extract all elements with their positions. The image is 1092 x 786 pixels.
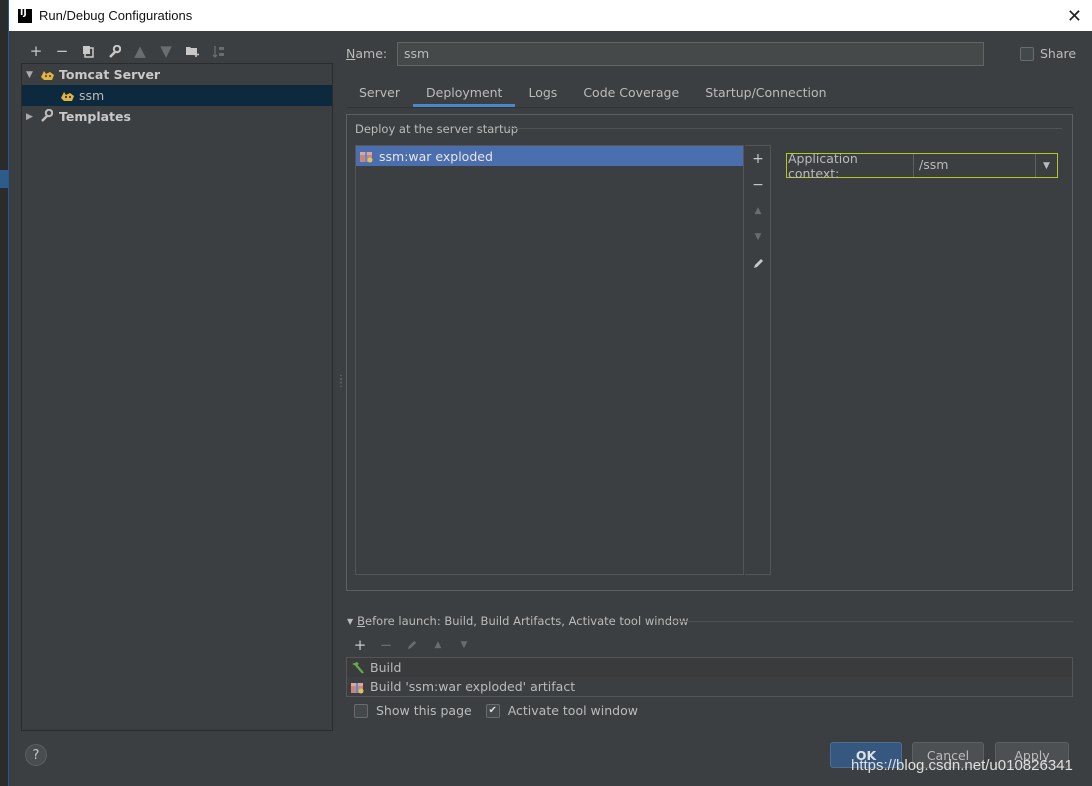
sort-icon[interactable]: [205, 42, 231, 60]
copy-icon[interactable]: [75, 42, 101, 60]
tree-item-templates[interactable]: ▶ Templates: [22, 106, 332, 127]
share-option[interactable]: Share: [1020, 46, 1076, 61]
collapse-arrow-icon: ▼: [347, 616, 354, 626]
before-launch-title: Before launch: Build, Build Artifacts, A…: [357, 614, 688, 628]
before-launch-list: Build Build 'ssm:war exploded' artifact: [346, 657, 1073, 697]
artifact-icon: [359, 149, 373, 163]
tomcat-icon: [40, 68, 56, 82]
move-up-icon[interactable]: ▲: [745, 198, 771, 224]
tree-item-ssm[interactable]: ssm: [22, 85, 332, 106]
list-item[interactable]: Build: [347, 658, 1072, 677]
background-edge: [0, 0, 8, 786]
watermark-text: https://blog.csdn.net/u010826341: [851, 757, 1073, 774]
artifact-list: ssm:war exploded: [355, 145, 744, 575]
tree-item-label: Templates: [59, 109, 131, 124]
artifact-list-toolbar: + − ▲ ▼: [745, 145, 771, 575]
before-launch-toolbar: + − ▲ ▼: [347, 636, 477, 654]
edit-pencil-icon[interactable]: [399, 636, 425, 654]
config-tree: ▼ Tomcat Server ssm ▶ Templates: [21, 63, 333, 731]
deploy-section-title: Deploy at the server startup: [355, 122, 519, 136]
name-label: Name:: [346, 46, 387, 61]
add-icon[interactable]: +: [23, 42, 49, 60]
add-icon[interactable]: +: [347, 636, 373, 654]
tree-item-label: Tomcat Server: [59, 67, 161, 82]
tab-bar: Server Deployment Logs Code Coverage Sta…: [346, 80, 1073, 108]
before-launch-title-rest: efore launch: Build, Build Artifacts, Ac…: [365, 614, 689, 628]
wrench-icon: [40, 108, 56, 125]
move-down-icon[interactable]: ▼: [745, 224, 771, 250]
list-item[interactable]: Build 'ssm:war exploded' artifact: [347, 677, 1072, 696]
help-button[interactable]: ?: [25, 744, 47, 766]
chevron-down-icon[interactable]: ▼: [1035, 154, 1057, 177]
before-launch-toggle[interactable]: ▼ Before launch: Build, Build Artifacts,…: [347, 614, 688, 628]
artifact-icon: [350, 680, 364, 694]
activate-tool-window-label: Activate tool window: [507, 703, 638, 718]
artifact-row[interactable]: ssm:war exploded: [356, 146, 743, 166]
before-launch-mnemonic: B: [357, 614, 366, 628]
move-down-icon[interactable]: ▼: [451, 636, 477, 654]
application-context-label: Application context:: [788, 150, 858, 181]
before-launch-item-label: Build 'ssm:war exploded' artifact: [370, 679, 576, 694]
move-down-icon[interactable]: ▼: [153, 42, 179, 60]
window-title: Run/Debug Configurations: [39, 8, 193, 23]
background-edge-mark: [0, 170, 8, 188]
move-up-icon[interactable]: ▲: [127, 42, 153, 60]
tomcat-icon: [60, 89, 76, 103]
activate-tool-window-checkbox[interactable]: ✔: [485, 703, 500, 718]
show-page-checkbox[interactable]: [354, 703, 368, 718]
before-launch-item-label: Build: [370, 660, 402, 675]
collapsed-arrow-icon[interactable]: ▶: [26, 112, 38, 122]
remove-artifact-icon[interactable]: −: [745, 172, 771, 198]
intellij-app-icon: IJ: [18, 8, 32, 23]
tab-startup-connection[interactable]: Startup/Connection: [692, 80, 839, 107]
name-label-mnemonic: N: [346, 46, 356, 61]
share-checkbox[interactable]: [1020, 46, 1034, 61]
application-context-input[interactable]: /ssm: [913, 154, 1035, 177]
application-context-field: Application context: /ssm ▼: [786, 150, 1058, 181]
add-artifact-icon[interactable]: +: [745, 146, 771, 172]
tab-logs[interactable]: Logs: [515, 80, 570, 107]
section-divider: [507, 128, 1062, 129]
show-page-label: Show this page: [376, 703, 472, 718]
tree-item-tomcat-server[interactable]: ▼ Tomcat Server: [22, 64, 332, 85]
launch-options: Show this page ✔ Activate tool window: [354, 703, 638, 718]
run-debug-dialog: IJ Run/Debug Configurations ✕ + − ▲ ▼ ▼ …: [8, 0, 1092, 786]
tree-item-label: ssm: [79, 88, 105, 103]
close-icon[interactable]: ✕: [1067, 6, 1082, 27]
remove-icon[interactable]: −: [373, 636, 399, 654]
share-label: Share: [1040, 46, 1077, 61]
new-folder-icon[interactable]: [179, 42, 205, 60]
remove-icon[interactable]: −: [49, 42, 75, 60]
move-up-icon[interactable]: ▲: [425, 636, 451, 654]
edit-pencil-icon[interactable]: [745, 250, 771, 276]
deployment-panel: Deploy at the server startup ssm:war exp…: [346, 114, 1073, 591]
build-hammer-icon: [350, 661, 364, 675]
tab-server[interactable]: Server: [346, 80, 413, 107]
artifact-label: ssm:war exploded: [379, 148, 493, 164]
title-bar: IJ Run/Debug Configurations ✕: [9, 0, 1092, 31]
pane-splitter-handle[interactable]: ⋮ ⋮: [336, 375, 346, 389]
name-input[interactable]: ssm: [397, 42, 984, 66]
config-toolbar: + − ▲ ▼: [23, 42, 231, 60]
section-divider: [669, 621, 1073, 622]
tab-deployment[interactable]: Deployment: [413, 80, 516, 107]
expanded-arrow-icon[interactable]: ▼: [26, 70, 38, 80]
name-label-rest: ame:: [355, 46, 388, 61]
tab-code-coverage[interactable]: Code Coverage: [570, 80, 692, 107]
wrench-icon[interactable]: [101, 42, 127, 60]
